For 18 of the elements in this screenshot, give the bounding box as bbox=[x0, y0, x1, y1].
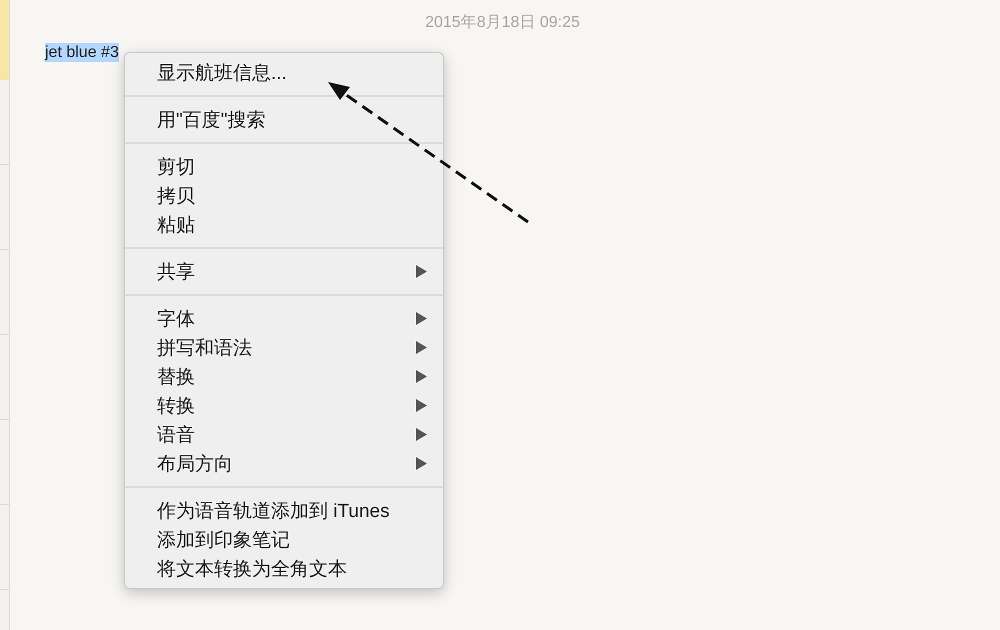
note-list-item[interactable] bbox=[0, 0, 9, 80]
menu-item[interactable]: 字体 bbox=[125, 304, 443, 333]
note-date: 2015年8月18日 09:25 bbox=[425, 13, 580, 33]
menu-item[interactable]: 语音 bbox=[125, 420, 443, 449]
menu-item[interactable]: 剪切 bbox=[125, 152, 443, 181]
menu-item[interactable]: 布局方向 bbox=[125, 449, 443, 478]
selected-text: jet blue #3 bbox=[45, 43, 119, 62]
menu-item[interactable]: 拷贝 bbox=[125, 181, 443, 210]
menu-item[interactable]: 将文本转换为全角文本 bbox=[125, 554, 443, 583]
menu-item[interactable]: 添加到印象笔记 bbox=[125, 525, 443, 554]
menu-item[interactable]: 作为语音轨道添加到 iTunes bbox=[125, 496, 443, 525]
menu-item[interactable]: 转换 bbox=[125, 391, 443, 420]
menu-item[interactable]: 拼写和语法 bbox=[125, 333, 443, 362]
menu-item[interactable]: 替换 bbox=[125, 362, 443, 391]
menu-item[interactable]: 粘贴 bbox=[125, 210, 443, 239]
menu-item[interactable]: 显示航班信息... bbox=[125, 58, 443, 87]
menu-item[interactable]: 共享 bbox=[125, 257, 443, 286]
menu-item[interactable]: 用"百度"搜索 bbox=[125, 105, 443, 134]
